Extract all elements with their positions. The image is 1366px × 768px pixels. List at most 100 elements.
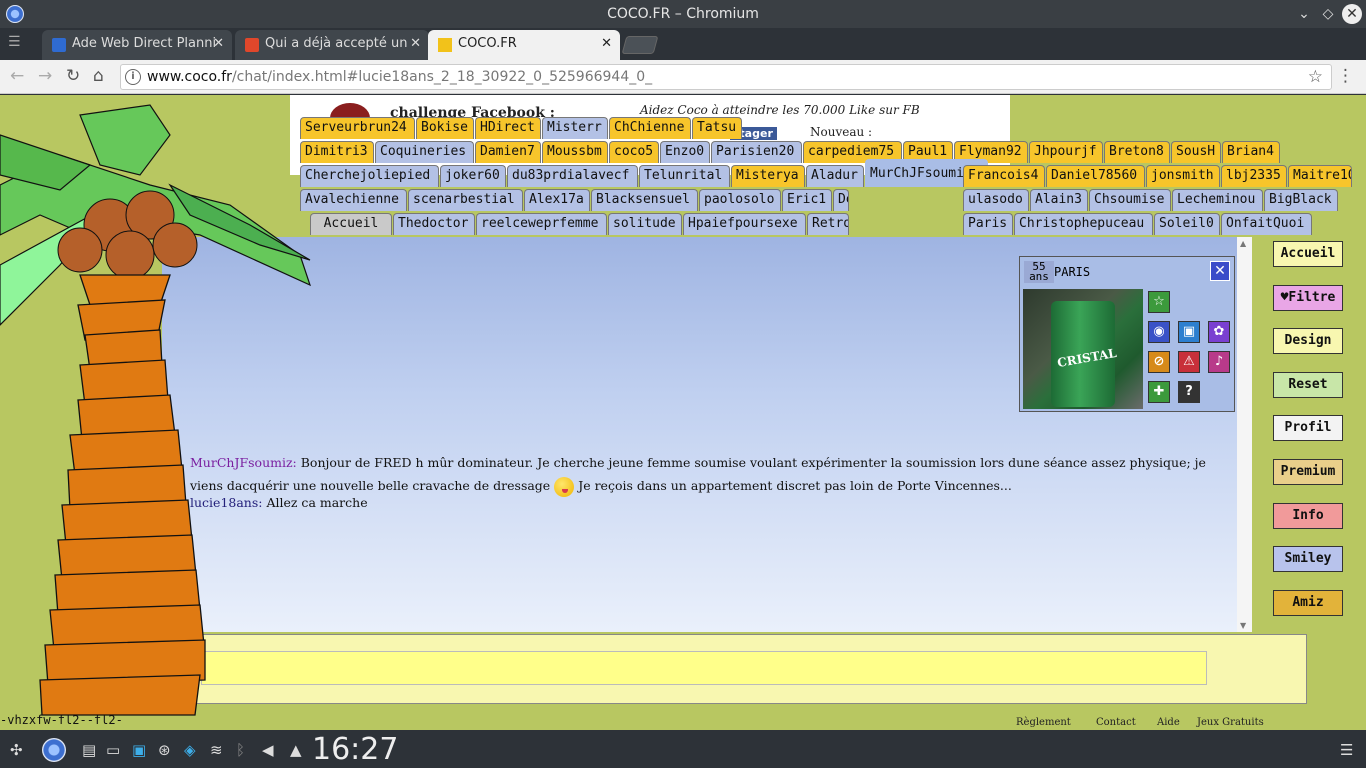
info-button[interactable]: Info [1273,502,1343,529]
tray-expand-icon[interactable]: ▲ [290,741,302,759]
webcam-icon[interactable]: ◉ [1148,321,1170,343]
battery-icon[interactable]: ▭ [106,741,120,759]
taskbar-clock[interactable]: 16:27 [312,732,398,767]
pseudo-tab-retrou[interactable]: Retrou [807,213,849,235]
pseudo-tab-coquineries[interactable]: Coquineries [375,141,474,163]
pseudo-tab-du83prdialavecf[interactable]: du83prdialavecf [507,165,638,187]
pseudo-tab-reelceweprfemme[interactable]: reelceweprfemme [476,213,607,235]
forward-icon[interactable]: → [38,66,52,86]
pseudo-tab-damien7[interactable]: Damien7 [475,141,541,163]
pseudo-tab-chsoumise[interactable]: Chsoumise [1089,189,1171,211]
browser-tab-ade[interactable]: Ade Web Direct Planni ✕ [42,30,232,60]
pseudo-tab-cherchejoliepied[interactable]: Cherchejoliepied [300,165,439,187]
dropbox-icon[interactable]: ◈ [184,741,196,759]
scroll-down-icon[interactable]: ▼ [1240,621,1246,630]
pseudo-tab-moussbm[interactable]: Moussbm [542,141,608,163]
profil-button[interactable]: Profil [1273,415,1343,442]
show-desktop-icon[interactable]: ☰ [1340,741,1353,759]
pseudo-tab-onfaitquoi[interactable]: OnfaitQuoi [1221,213,1312,235]
gift-icon[interactable]: ▣ [1178,321,1200,343]
browser-tab-qui[interactable]: Qui a déjà accepté un ✕ [235,30,429,60]
footer-jeux-link[interactable]: Jeux Gratuits [1197,717,1264,728]
pseudo-tab-aladur[interactable]: Aladur [806,165,864,187]
pseudo-tab-paris[interactable]: Paris [963,213,1013,235]
profile-close-button[interactable]: ✕ [1210,261,1230,281]
pseudo-tab-lbj2335[interactable]: lbj2335 [1221,165,1287,187]
updates-icon[interactable]: ⊛ [158,741,171,759]
pseudo-tab-thedoctor[interactable]: Thedoctor [393,213,475,235]
pseudo-tab-hdirect[interactable]: HDirect [475,117,541,139]
pseudo-tab-soleil0[interactable]: Soleil0 [1154,213,1220,235]
premium-button[interactable]: Premium [1273,459,1343,485]
pseudo-tab-blacksensuel[interactable]: Blacksensuel [591,189,698,211]
profile-photo[interactable]: CRISTAL [1023,289,1143,409]
pseudo-tab-alain3[interactable]: Alain3 [1030,189,1088,211]
bookmark-star-icon[interactable]: ☆ [1308,67,1323,87]
tab-close-icon[interactable]: ✕ [410,36,421,51]
help-icon[interactable]: ? [1178,381,1200,403]
scroll-up-icon[interactable]: ▲ [1240,239,1246,248]
pseudo-tab-maitre10[interactable]: Maitre10 [1288,165,1352,187]
pseudo-tab-solitude[interactable]: solitude [608,213,682,235]
flower-icon[interactable]: ✿ [1208,321,1230,343]
volume-icon[interactable]: ◀ [262,741,274,759]
microphone-icon[interactable]: ♪ [1208,351,1230,373]
pseudo-tab-telunrital[interactable]: Telunrital [639,165,730,187]
app-launcher-icon[interactable]: ✣ [10,741,23,759]
pseudo-tab-joker60[interactable]: joker60 [440,165,506,187]
pseudo-tab-daniel78560[interactable]: Daniel78560 [1046,165,1145,187]
pseudo-tab-bokise[interactable]: Bokise [416,117,474,139]
back-icon[interactable]: ← [10,66,24,86]
add-friend-icon[interactable]: ✚ [1148,381,1170,403]
footer-reglement-link[interactable]: Règlement [1016,717,1071,728]
tab-close-icon[interactable]: ✕ [601,36,612,51]
accueil-button[interactable]: Accueil [1273,241,1343,267]
pseudo-tab-accueil[interactable]: Accueil [310,213,392,235]
pseudo-tab-dee[interactable]: Dee [833,189,849,211]
pseudo-tab-misterr[interactable]: Misterr [542,117,608,139]
reload-icon[interactable]: ↻ [66,66,80,86]
design-button[interactable]: Design [1273,328,1343,355]
footer-contact-link[interactable]: Contact [1096,717,1136,728]
address-bar[interactable]: i www.coco.fr/chat/index.html#lucie18ans… [120,64,1332,90]
bluetooth-icon[interactable]: ᛒ [236,741,245,759]
minimize-icon[interactable]: ⌄ [1294,4,1314,24]
pseudo-tab-tatsu[interactable]: Tatsu [692,117,742,139]
smiley-button[interactable]: Smiley [1273,546,1343,573]
pseudo-tab-bigblack[interactable]: BigBlack [1264,189,1338,211]
pseudo-tab-parisien20[interactable]: Parisien20 [711,141,802,163]
filtre-button[interactable]: ♥Filtre [1273,284,1343,311]
pseudo-tab-coco5[interactable]: coco5 [609,141,659,163]
browser-tab-coco[interactable]: COCO.FR ✕ [428,30,620,60]
pseudo-tab-misterya[interactable]: Misterya [731,165,805,187]
chat-scrollbar[interactable]: ▲ ▼ [1237,237,1252,632]
pseudo-tab-christophepuceau[interactable]: Christophepuceau [1014,213,1153,235]
pseudo-tab-breton8[interactable]: Breton8 [1104,141,1170,163]
pseudo-tab-soush[interactable]: SousH [1171,141,1221,163]
block-icon[interactable]: ⊘ [1148,351,1170,373]
pseudo-tab-francois4[interactable]: Francois4 [963,165,1045,187]
site-info-icon[interactable]: i [125,69,141,85]
pseudo-tab-jhpourjf[interactable]: Jhpourjf [1029,141,1103,163]
favorite-star-icon[interactable]: ☆ [1148,291,1170,313]
reset-button[interactable]: Reset [1273,371,1343,398]
close-window-button[interactable]: ✕ [1342,4,1362,24]
pseudo-tab-lecheminou[interactable]: Lecheminou [1172,189,1263,211]
report-warning-icon[interactable]: ⚠ [1178,351,1200,373]
new-tab-button[interactable] [621,36,659,54]
pseudo-tab-jonsmith[interactable]: jonsmith [1146,165,1220,187]
tab-close-icon[interactable]: ✕ [213,36,224,51]
pseudo-tab-alex17a[interactable]: Alex17a [524,189,590,211]
footer-aide-link[interactable]: Aide [1157,717,1180,728]
browser-menu-icon[interactable]: ⋮ [1337,66,1354,86]
maximize-icon[interactable]: ◇ [1318,4,1338,24]
tab-search-icon[interactable]: ☰ [8,34,21,50]
pseudo-tab-hpaiefpoursexe[interactable]: Hpaiefpoursexe [683,213,806,235]
clipboard-icon[interactable]: ▤ [82,741,96,759]
home-icon[interactable]: ⌂ [93,66,104,86]
amiz-button[interactable]: Amiz [1273,589,1343,616]
pseudo-tab-chchienne[interactable]: ChChienne [609,117,691,139]
pseudo-tab-enzo0[interactable]: Enzo0 [660,141,710,163]
pseudo-tab-scenarbestial[interactable]: scenarbestial [408,189,523,211]
notes-icon[interactable]: ▣ [132,741,146,759]
